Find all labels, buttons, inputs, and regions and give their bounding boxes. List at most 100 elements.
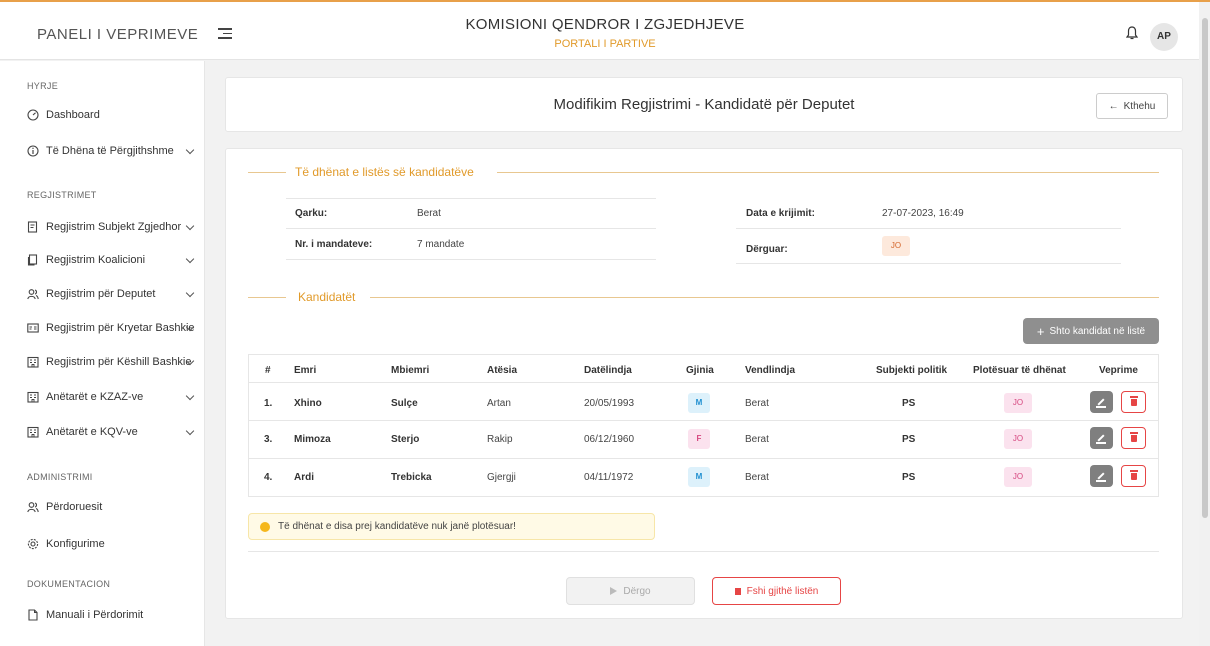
trash-icon — [1130, 470, 1138, 480]
edit-button[interactable] — [1090, 465, 1113, 487]
column-header: Plotësuar të dhënat — [973, 365, 1066, 376]
sidebar-item-label: Regjistrim për Kryetar Bashkie — [46, 322, 195, 334]
cell-father: Artan — [487, 398, 511, 409]
cell-father: Gjergji — [487, 472, 516, 483]
sidebar-item-label: Manuali i Përdorimit — [46, 609, 144, 621]
sidebar-item-subjekt-zgjedhor[interactable]: Regjistrim Subjekt Zgjedhor — [27, 218, 197, 236]
sidebar-section-dokumentacion: DOKUMENTACION — [27, 579, 111, 589]
sidebar-section-administrimi: ADMINISTRIMI — [27, 472, 93, 482]
column-header: Subjekti politik — [876, 365, 948, 376]
users-icon — [27, 502, 39, 513]
complete-status-badge: JO — [1004, 467, 1032, 487]
sidebar-item-kqv[interactable]: Anëtarët e KQV-ve — [27, 423, 197, 441]
mandates-value: 7 mandate — [417, 239, 465, 250]
sidebar-item-kryetar-bashkie[interactable]: Regjistrim për Kryetar Bashkie — [27, 319, 197, 337]
info-divider — [736, 263, 1121, 264]
sidebar-item-dashboard[interactable]: Dashboard — [27, 106, 197, 124]
info-icon — [27, 145, 39, 157]
fieldset-line — [370, 297, 1159, 298]
users-icon — [27, 289, 39, 300]
sidebar-item-keshill-bashkie[interactable]: Regjistrim për Këshill Bashkie — [27, 353, 197, 371]
arrow-left-icon: ← — [1108, 100, 1119, 112]
column-header: Emri — [294, 365, 317, 376]
column-header: # — [265, 365, 271, 376]
scrollbar-thumb[interactable] — [1202, 18, 1208, 518]
chevron-down-icon — [185, 254, 195, 264]
sidebar-item-perdoruesit[interactable]: Përdoruesit — [27, 498, 197, 516]
add-candidate-button[interactable]: + Shto kandidat në listë — [1023, 318, 1159, 344]
cell-party: PS — [902, 472, 916, 483]
sidebar-item-label: Regjistrim për Këshill Bashkie — [46, 356, 192, 368]
cell-num: 1. — [264, 398, 273, 409]
incomplete-data-warning: Të dhënat e disa prej kandidatëve nuk ja… — [248, 513, 655, 540]
add-candidate-label: Shto kandidat në listë — [1049, 325, 1146, 337]
bell-icon[interactable] — [1126, 26, 1138, 40]
copy-icon — [27, 254, 38, 266]
building-icon — [27, 391, 39, 403]
building-icon — [27, 426, 39, 438]
trash-icon — [1130, 432, 1138, 442]
delete-button[interactable] — [1121, 427, 1146, 449]
sidebar-section-hyrje: HYRJE — [27, 81, 59, 91]
cell-surname: Sulçe — [391, 398, 418, 409]
sidebar-item-kzaz[interactable]: Anëtarët e KZAZ-ve — [27, 388, 197, 406]
sent-status-badge: JO — [882, 236, 910, 256]
column-header: Atësia — [487, 365, 518, 376]
cell-birthplace: Berat — [745, 434, 769, 445]
sidebar-item-deputet[interactable]: Regjistrim për Deputet — [27, 285, 197, 303]
created-value: 27-07-2023, 16:49 — [882, 208, 964, 219]
chevron-down-icon — [185, 288, 195, 298]
row-divider — [248, 420, 1159, 421]
chevron-down-icon — [185, 145, 195, 155]
column-header: Datëlindja — [584, 365, 632, 376]
fieldset-line — [497, 172, 1159, 173]
sidebar-item-label: Regjistrim për Deputet — [46, 288, 156, 300]
cell-birthplace: Berat — [745, 472, 769, 483]
sidebar-item-label: Dashboard — [46, 109, 100, 121]
edit-button[interactable] — [1090, 427, 1113, 449]
column-header: Veprime — [1099, 365, 1138, 376]
file-icon — [28, 609, 38, 621]
dashboard-icon — [27, 109, 39, 121]
trash-icon — [734, 587, 741, 595]
sent-label: Dërguar: — [746, 244, 788, 255]
sidebar-item-koalicioni[interactable]: Regjistrim Koalicioni — [27, 251, 197, 269]
sidebar-item-label: Të Dhëna të Përgjithshme — [46, 145, 174, 157]
sidebar-item-konfigurime[interactable]: Konfigurime — [27, 535, 197, 553]
info-divider — [286, 198, 656, 199]
sidebar-item-label: Konfigurime — [46, 538, 105, 550]
trash-icon — [1130, 396, 1138, 406]
qarku-label: Qarku: — [295, 208, 328, 219]
sidebar-item-label: Anëtarët e KZAZ-ve — [46, 391, 144, 403]
cell-father: Rakip — [487, 434, 513, 445]
warning-icon — [260, 521, 270, 532]
delete-button[interactable] — [1121, 391, 1146, 413]
info-divider — [286, 259, 656, 260]
delete-list-button[interactable]: Fshi gjithë listën — [712, 577, 841, 605]
sidebar-item-manuali[interactable]: Manuali i Përdorimit — [27, 606, 197, 624]
cell-dob: 06/12/1960 — [584, 434, 635, 445]
cell-dob: 04/11/1972 — [584, 472, 634, 483]
created-label: Data e krijimit: — [746, 208, 815, 219]
back-button[interactable]: ← Kthehu — [1096, 93, 1168, 119]
sidebar-item-label: Regjistrim Koalicioni — [46, 254, 146, 266]
sidebar-item-label: Përdoruesit — [46, 501, 103, 513]
plus-icon: + — [1036, 323, 1045, 339]
list-info-legend: Të dhënat e listës së kandidatëve — [295, 165, 474, 179]
edit-button[interactable] — [1090, 391, 1113, 413]
avatar[interactable]: AP — [1150, 23, 1178, 51]
send-button[interactable]: Dërgo — [566, 577, 695, 605]
complete-status-badge: JO — [1004, 393, 1032, 413]
info-divider — [736, 228, 1121, 229]
header-title: KOMISIONI QENDROR I ZGJEDHJEVE — [465, 16, 745, 33]
fieldset-line — [248, 172, 286, 173]
gear-icon — [27, 538, 39, 550]
cell-party: PS — [902, 398, 916, 409]
row-divider — [248, 458, 1159, 459]
column-header: Gjinia — [686, 365, 714, 376]
document-icon — [27, 221, 38, 233]
send-button-label: Dërgo — [623, 585, 651, 597]
cell-birthplace: Berat — [745, 398, 769, 409]
delete-button[interactable] — [1121, 465, 1146, 487]
sidebar-item-general-data[interactable]: Të Dhëna të Përgjithshme — [27, 142, 197, 160]
